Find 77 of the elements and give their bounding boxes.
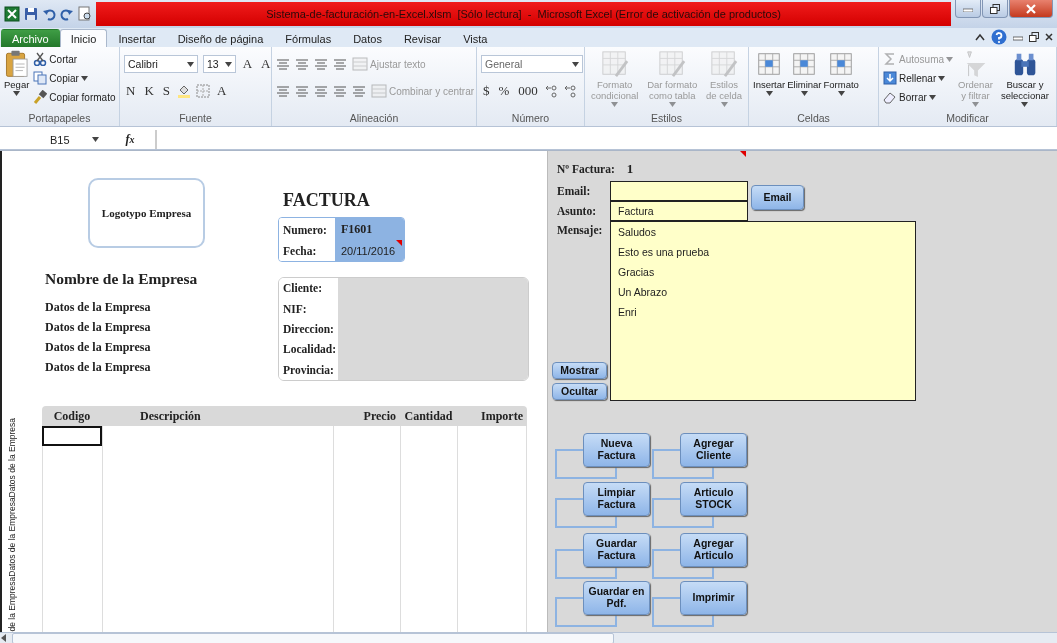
group-label: Alineación	[348, 112, 400, 126]
ribbon-button[interactable]: Copiar formato	[33, 90, 116, 104]
action-button[interactable]: Imprimir	[680, 581, 747, 615]
group-label: Estilos	[650, 112, 683, 126]
dropdown-field[interactable]: General	[481, 55, 583, 73]
group-label: Fuente	[178, 112, 213, 126]
action-button[interactable]: Agregar Cliente	[680, 433, 747, 467]
company-detail: Datos de la Empresa	[45, 340, 152, 356]
field-label: Provincia:	[283, 363, 335, 376]
field-label: Email:	[556, 184, 592, 199]
ribbon-button[interactable]: Eliminar	[787, 50, 822, 96]
company-name: Nombre de la Empresa	[45, 270, 199, 289]
action-button[interactable]: Guardar en Pdf.	[583, 581, 650, 615]
ribbon-button[interactable]: Rellenar	[883, 71, 954, 85]
ribbon-tab[interactable]: Datos	[342, 29, 393, 47]
vertical-text: de la EmpresaDatos de la EmpresaDatos de la Empresa	[7, 418, 17, 632]
format-button[interactable]: A	[240, 56, 255, 72]
action-button[interactable]: Guardar Factura	[583, 533, 650, 567]
group-label: Número	[510, 112, 551, 126]
dropdown-field[interactable]: Calibri	[124, 55, 198, 73]
action-button[interactable]: Agregar Articulo	[680, 533, 747, 567]
column-header: Codigo	[53, 408, 91, 424]
column-header: Precio	[363, 408, 396, 424]
format-button[interactable]: S	[160, 83, 172, 99]
ribbon-tab[interactable]: Archivo	[1, 29, 60, 47]
group-label: Portapapeles	[27, 112, 92, 126]
field-value: F1601	[335, 218, 404, 241]
action-button[interactable]: Articulo STOCK	[680, 482, 747, 516]
format-button[interactable]: 000	[516, 83, 540, 99]
ribbon-button[interactable]: Insertar	[753, 50, 786, 96]
ribbon-button[interactable]: Buscar y seleccionar	[997, 50, 1052, 107]
invoice-number: 1	[626, 161, 634, 177]
email-button[interactable]: Email	[751, 185, 804, 210]
dropdown-field[interactable]: 13	[203, 55, 236, 73]
field-label: Nº Factura:	[557, 163, 615, 175]
ribbon-tab[interactable]: Diseño de página	[166, 29, 275, 47]
panel-button[interactable]: Ocultar	[552, 383, 607, 400]
invoice-title: FACTURA	[283, 190, 371, 211]
ribbon-tab[interactable]: Revisar	[392, 29, 453, 47]
field-label: NIF:	[283, 302, 308, 315]
ribbon-tab[interactable]: Fórmulas	[274, 29, 343, 47]
logo-text-box[interactable]: Logotypo Empresa	[88, 178, 205, 248]
format-button[interactable]: A	[259, 56, 273, 72]
action-button[interactable]: Nueva Factura	[583, 433, 650, 467]
ribbon-button[interactable]: Borrar	[883, 90, 954, 104]
format-button[interactable]: %	[496, 83, 512, 99]
group-label: Celdas	[796, 112, 831, 126]
column-header: Importe	[481, 408, 523, 424]
ribbon-tab[interactable]: Inicio	[59, 29, 108, 47]
message-field[interactable]: Saludos Esto es una prueba Gracias Un Abrazo Enri	[610, 221, 916, 401]
format-button[interactable]: A	[215, 83, 229, 99]
format-button[interactable]: N	[124, 83, 138, 99]
company-detail: Datos de la Empresa	[45, 300, 152, 316]
column-header: Descripción	[140, 408, 201, 424]
field-label: Cliente:	[283, 282, 323, 295]
ribbon-button[interactable]: Formato	[823, 50, 859, 96]
name-box[interactable]: B15	[0, 130, 105, 149]
column-header: Cantidad	[404, 408, 453, 424]
ribbon-tab[interactable]: Insertar	[107, 29, 167, 47]
field-label: Asunto:	[556, 204, 597, 219]
ribbon-button[interactable]: Copiar	[33, 71, 116, 85]
format-button[interactable]: $	[481, 83, 492, 99]
group-label: Modificar	[945, 112, 990, 126]
panel-button[interactable]: Mostrar	[552, 362, 607, 379]
format-button[interactable]: K	[142, 83, 156, 99]
ribbon-button[interactable]: Pegar	[4, 50, 30, 96]
action-button[interactable]: Limpiar Factura	[583, 482, 650, 516]
field-value: 20/11/2016	[335, 241, 404, 261]
field-label: Localidad:	[283, 343, 338, 356]
company-detail: Datos de la Empresa	[45, 320, 152, 336]
ribbon-button[interactable]: Cortar	[33, 52, 116, 66]
field-label: Direccion:	[283, 322, 335, 335]
field-label: Mensaje:	[556, 223, 604, 236]
window-title: Sistema-de-facturación-en-Excel.xlsm [Sólo lectura] - Microsoft Excel (Error de activación de productos)	[266, 8, 781, 20]
subject-field[interactable]: Factura	[610, 201, 748, 221]
ribbon-tab[interactable]: Vista	[452, 29, 499, 47]
company-detail: Datos de la Empresa	[45, 360, 152, 376]
